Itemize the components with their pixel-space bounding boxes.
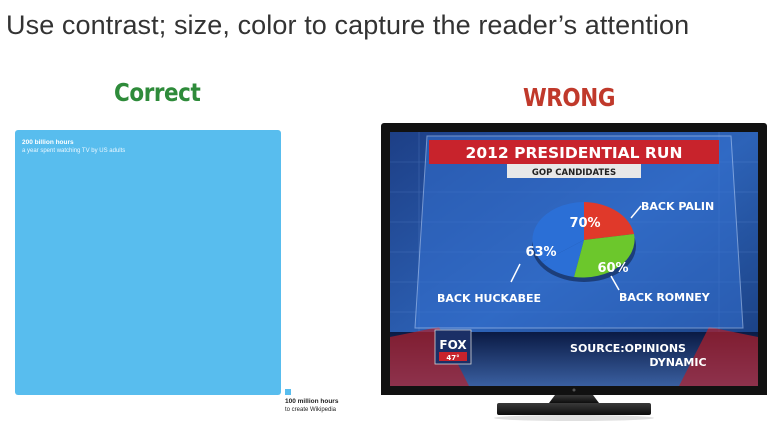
tv-screen-image: 2012 PRESIDENTIAL RUN GOP CANDIDATES 70%… <box>381 123 767 421</box>
source-label: SOURCE:OPINIONS <box>570 342 686 355</box>
palin-pct: 70% <box>569 216 600 231</box>
wikipedia-hours-subtitle: to create Wikipedia <box>285 407 337 413</box>
tv-subheader: GOP CANDIDATES <box>532 168 616 178</box>
fox-logo: FOX <box>439 338 467 352</box>
romney-label: BACK ROMNEY <box>619 291 711 304</box>
wrong-label: WRONG <box>523 83 616 112</box>
huckabee-pct: 63% <box>525 245 556 260</box>
huckabee-label: BACK HUCKABEE <box>437 292 541 305</box>
wikipedia-hours-title: 100 million hours <box>285 398 339 405</box>
tv-stand <box>549 395 599 403</box>
slide-title: Use contrast; size, color to capture the… <box>6 10 690 40</box>
wikipedia-hours-square <box>285 389 291 395</box>
correct-label: Correct <box>114 78 201 107</box>
tv-header: 2012 PRESIDENTIAL RUN <box>466 144 683 162</box>
palin-label: BACK PALIN <box>641 200 714 213</box>
temperature: 47° <box>446 354 459 362</box>
slide: Use contrast; size, color to capture the… <box>0 0 775 427</box>
tv-hours-title: 200 billion hours <box>22 139 74 146</box>
source-label-2: DYNAMIC <box>649 356 706 369</box>
tv-hours-subtitle: a year spent watching TV by US adults <box>22 148 126 154</box>
tv-hours-square: 200 billion hours a year spent watching … <box>15 130 281 395</box>
romney-pct: 60% <box>597 261 628 276</box>
